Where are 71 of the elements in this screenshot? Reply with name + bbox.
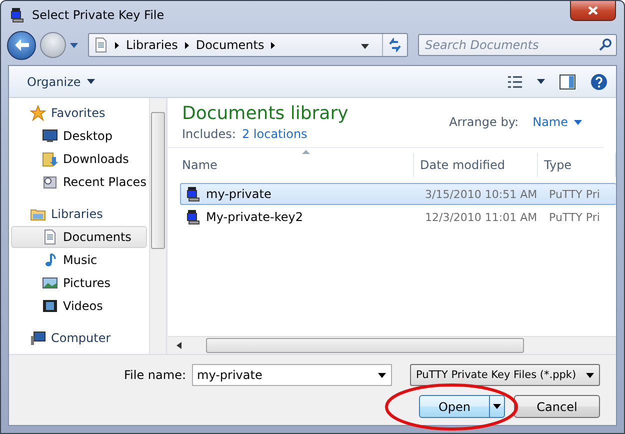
nav-item[interactable]: Computer xyxy=(11,327,147,349)
caret-icon xyxy=(86,79,95,84)
cancel-button[interactable]: Cancel xyxy=(514,395,600,418)
breadcrumb[interactable]: Documents xyxy=(196,38,264,52)
vertical-scrollbar[interactable] xyxy=(149,98,167,354)
nav-item[interactable]: Pictures xyxy=(11,272,147,294)
file-row[interactable]: my-private 3/15/2010 10:51 AM PuTTY Pri xyxy=(180,183,616,205)
open-button[interactable]: Open xyxy=(419,395,505,418)
horizontal-scrollbar[interactable] xyxy=(168,336,616,354)
nav-item[interactable]: Videos xyxy=(11,295,147,317)
chevron-right-icon xyxy=(115,42,119,48)
nav-item[interactable]: Libraries xyxy=(11,203,147,225)
caret-icon xyxy=(361,44,369,49)
date-cell-text: 3/15/2010 10:51 AM xyxy=(424,188,538,200)
search-icon xyxy=(599,38,612,51)
column-header[interactable]: Date modified xyxy=(414,153,538,177)
file-name: My-private-key2 xyxy=(206,210,303,224)
type-cell-text: PuTTY Pri xyxy=(548,188,601,200)
address-bar[interactable]: Libraries Documents xyxy=(88,33,408,57)
arrange-label: Arrange by: xyxy=(449,115,519,129)
library-title: Documents library xyxy=(182,103,348,125)
includes-label: Includes: xyxy=(182,127,236,141)
folder-clock-icon xyxy=(42,174,58,190)
arrange-dropdown[interactable]: Name xyxy=(532,115,582,129)
document-icon xyxy=(94,37,108,53)
nav-item[interactable]: Documents xyxy=(11,226,147,248)
file-row[interactable]: My-private-key2 12/3/2010 11:01 AM PuTTY Pri xyxy=(180,206,616,228)
file-name-label: File name: xyxy=(124,368,186,382)
document-icon xyxy=(42,229,58,245)
close-button[interactable] xyxy=(570,1,616,21)
date-cell-text: 12/3/2010 11:01 AM xyxy=(424,210,538,224)
computer-key-icon xyxy=(185,186,201,202)
nav-item[interactable]: Recent Places xyxy=(11,171,147,193)
view-list-icon[interactable] xyxy=(507,74,523,88)
preview-pane-icon[interactable] xyxy=(559,74,576,90)
type-cell-text: PuTTY Pri xyxy=(548,210,601,224)
nav-item[interactable]: Downloads xyxy=(11,148,147,170)
caret-icon[interactable] xyxy=(537,79,545,84)
file-type-dropdown[interactable]: PuTTY Private Key Files (*.ppk) xyxy=(410,364,600,386)
landscape-photo-icon xyxy=(42,275,58,291)
monitor-icon xyxy=(42,128,58,144)
file-name-field[interactable]: my-private xyxy=(192,364,392,386)
search-field[interactable]: Search Documents xyxy=(418,34,617,56)
star-icon xyxy=(30,105,46,121)
chevron-right-icon xyxy=(184,42,189,48)
column-header[interactable]: Type xyxy=(538,153,616,177)
file-name: my-private xyxy=(206,187,272,201)
nav-item[interactable]: Desktop xyxy=(11,125,147,147)
refresh-arrows-icon xyxy=(388,38,402,52)
sort-arrow-icon xyxy=(302,150,310,154)
folder-arrow-icon xyxy=(42,151,58,167)
nav-item[interactable]: Favorites xyxy=(11,102,147,124)
chevron-right-icon xyxy=(271,42,276,48)
computer-icon xyxy=(30,330,46,346)
caret-icon xyxy=(70,42,78,48)
film-icon xyxy=(42,298,58,314)
organize-button[interactable]: Organize xyxy=(23,72,99,92)
back-button[interactable] xyxy=(7,30,36,60)
caret-icon xyxy=(378,373,386,378)
computer-key-icon xyxy=(9,7,25,23)
nav-item[interactable]: Music xyxy=(11,249,147,271)
close-icon xyxy=(588,6,598,15)
caret-icon xyxy=(574,120,582,124)
left-arrow-icon xyxy=(14,39,28,51)
locations-link[interactable]: 2 locations xyxy=(242,127,308,141)
caret-icon xyxy=(493,404,501,409)
computer-key-icon xyxy=(185,209,201,225)
breadcrumb[interactable]: Libraries xyxy=(126,38,178,52)
window-title: Select Private Key File xyxy=(32,8,164,22)
help-icon[interactable] xyxy=(590,72,608,90)
caret-icon xyxy=(586,372,594,378)
